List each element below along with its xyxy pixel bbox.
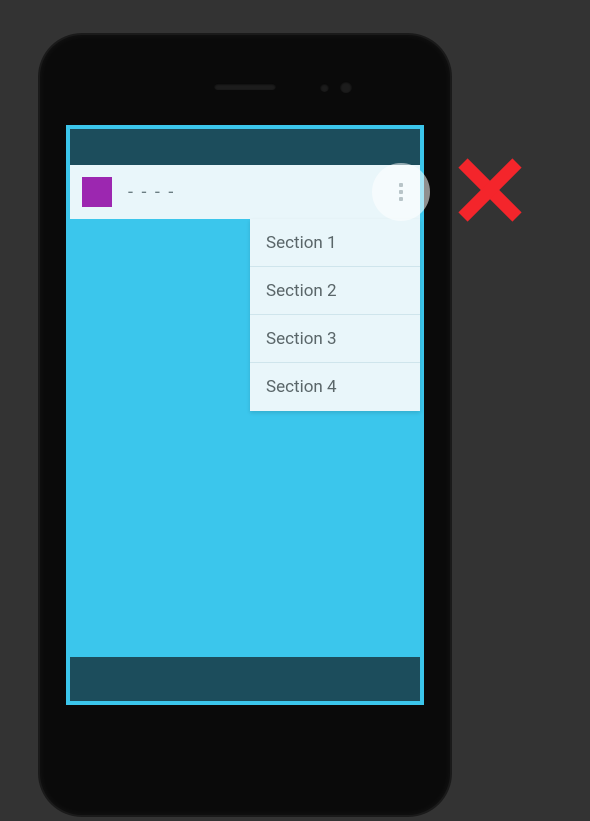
menu-item-label: Section 1 bbox=[266, 233, 337, 253]
status-bar bbox=[70, 129, 420, 165]
menu-item-label: Section 3 bbox=[266, 329, 337, 349]
app-bar: - - - - bbox=[70, 165, 420, 219]
phone-proximity-sensor bbox=[320, 83, 329, 92]
menu-item-section-1[interactable]: Section 1 bbox=[250, 219, 420, 267]
app-icon bbox=[82, 177, 112, 207]
app-title: - - - - bbox=[128, 182, 408, 203]
more-vert-icon bbox=[399, 183, 403, 201]
overflow-menu-button[interactable] bbox=[372, 163, 430, 221]
menu-item-label: Section 4 bbox=[266, 377, 337, 397]
phone-screen: - - - - Section 1 Section 2 bbox=[66, 125, 424, 705]
phone-front-camera bbox=[340, 81, 352, 93]
phone-device-frame: - - - - Section 1 Section 2 bbox=[40, 35, 450, 815]
screen-content: - - - - Section 1 Section 2 bbox=[70, 129, 420, 701]
phone-speaker bbox=[214, 83, 276, 90]
menu-item-section-3[interactable]: Section 3 bbox=[250, 315, 420, 363]
incorrect-x-icon bbox=[455, 155, 525, 225]
menu-item-section-4[interactable]: Section 4 bbox=[250, 363, 420, 411]
menu-item-section-2[interactable]: Section 2 bbox=[250, 267, 420, 315]
menu-item-label: Section 2 bbox=[266, 281, 337, 301]
content-area: Section 1 Section 2 Section 3 Section 4 bbox=[70, 219, 420, 657]
overflow-dropdown-menu: Section 1 Section 2 Section 3 Section 4 bbox=[250, 219, 420, 411]
navigation-bar bbox=[70, 657, 420, 701]
